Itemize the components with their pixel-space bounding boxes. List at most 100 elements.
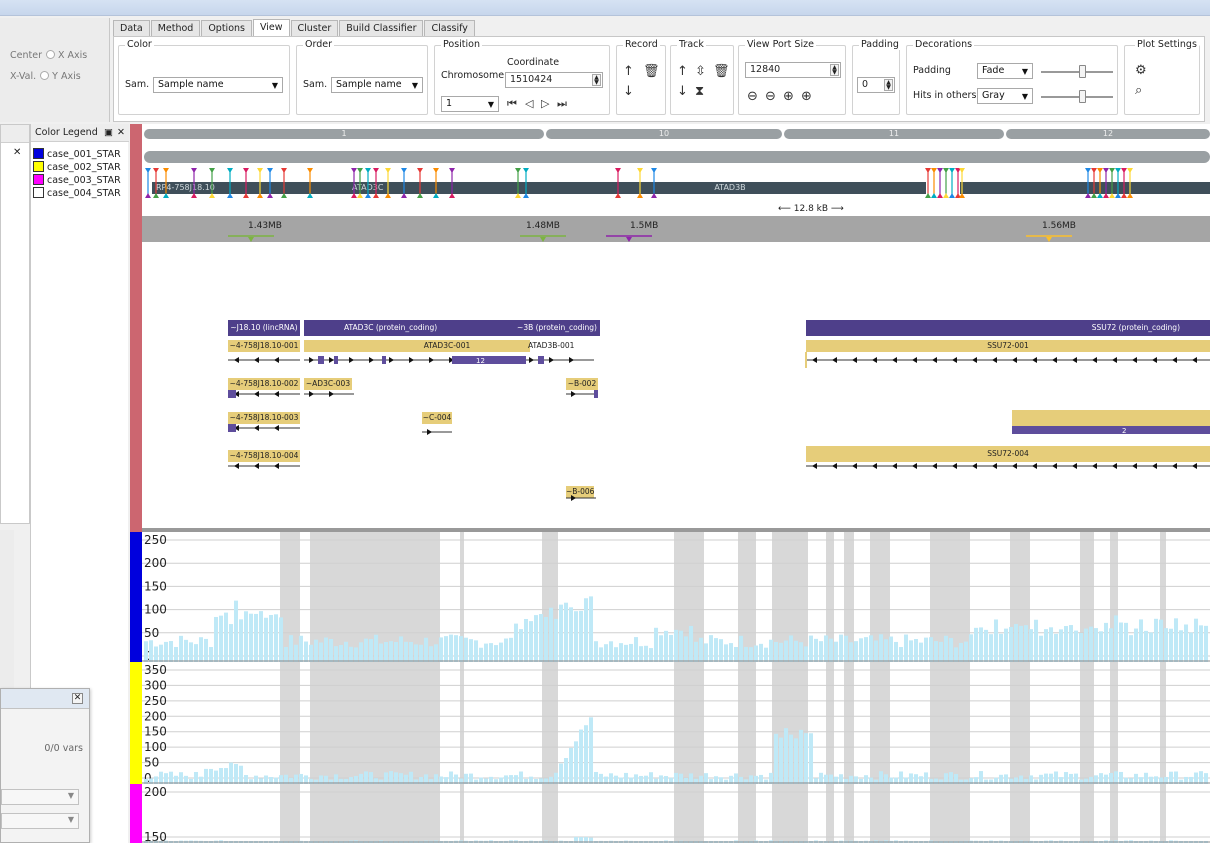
y-axis-radio[interactable] — [40, 71, 50, 80]
filter-select-2[interactable]: ▼ — [1, 813, 79, 829]
chrom-segment[interactable]: 12 — [1006, 129, 1210, 139]
trash-icon[interactable]: 🗑 — [643, 65, 660, 79]
track-group-title: Track — [677, 39, 706, 50]
x-axis-radio[interactable] — [45, 50, 55, 59]
strand-arrow — [892, 357, 897, 363]
tab-method[interactable]: Method — [150, 20, 201, 36]
spin-arrows-icon[interactable]: ▲ ▼ — [830, 64, 839, 76]
strand-arrow — [274, 425, 279, 431]
variant-marker-top — [449, 168, 455, 173]
coverage-gap — [542, 784, 558, 843]
exon-number: 12 — [476, 357, 485, 365]
order-select[interactable]: Sample name ▼ — [331, 77, 423, 93]
coverage-bar — [1069, 773, 1073, 784]
coverage-bar — [834, 641, 838, 662]
trash-icon[interactable]: 🗑 — [713, 65, 730, 79]
coverage-bar — [214, 616, 218, 662]
coverage-bar — [749, 647, 753, 662]
strand-arrow — [274, 463, 279, 469]
coverage-bar — [884, 639, 888, 662]
exon — [228, 424, 236, 432]
strand-arrow — [429, 357, 434, 363]
tab-classify[interactable]: Classify — [424, 20, 475, 36]
legend-swatch — [33, 148, 44, 159]
zoom-in-icon[interactable]: ⊕ — [783, 90, 794, 104]
tab-cluster[interactable]: Cluster — [290, 20, 339, 36]
chrom-segment[interactable]: 11 — [784, 129, 1004, 139]
expand-icon[interactable]: ⇳ — [695, 65, 706, 79]
coverage-bar — [579, 610, 583, 662]
coverage-bar — [1054, 771, 1058, 784]
pin-icon[interactable]: ▣ — [104, 124, 113, 142]
padding-slider[interactable] — [1041, 65, 1113, 78]
tab-build-classifier[interactable]: Build Classifier — [339, 20, 424, 36]
coverage-bar — [799, 642, 803, 662]
coverage-bar — [1114, 771, 1118, 784]
next-icon[interactable]: ▷ — [541, 97, 549, 111]
zoom-in-full-icon[interactable]: ⊕ — [801, 90, 812, 104]
viewport-input[interactable]: 12840 ▲ ▼ — [745, 62, 841, 78]
coverage-gap — [1080, 784, 1094, 843]
coverage-bar — [304, 641, 308, 662]
zoom-out-full-icon[interactable]: ⊖ — [747, 90, 758, 104]
coverage-bar — [484, 643, 488, 662]
coverage-gap — [674, 784, 704, 843]
chrom-segment[interactable]: 10 — [546, 129, 782, 139]
close-icon[interactable]: ✕ — [72, 693, 83, 704]
coverage-bar — [979, 771, 983, 784]
collapse-icon[interactable]: ⧗ — [695, 85, 704, 99]
zoom-out-icon[interactable]: ⊖ — [765, 90, 776, 104]
hits-select[interactable]: Gray ▼ — [977, 88, 1033, 104]
strand-arrow — [274, 391, 279, 397]
coverage-bar — [439, 637, 443, 662]
coverage-bar — [1144, 630, 1148, 662]
chevron-down-icon: ▼ — [1021, 92, 1028, 101]
coordinate-input[interactable]: 1510424 ▲ ▼ — [505, 72, 603, 88]
strand-arrow — [1072, 357, 1077, 363]
chromosome-select[interactable]: 1 ▼ — [441, 96, 499, 112]
coverage-bar — [234, 764, 238, 784]
arrow-up-icon[interactable]: ↑ — [677, 65, 688, 79]
close-icon[interactable]: ✕ — [13, 147, 21, 158]
coverage-bar — [739, 635, 743, 662]
tab-data[interactable]: Data — [113, 20, 150, 36]
arrow-down-icon[interactable]: ↓ — [677, 85, 688, 99]
search-icon[interactable]: ⌕ — [1135, 84, 1142, 98]
coverage-bar — [789, 635, 793, 662]
genome-browser-canvas[interactable]: 1 10 11 12 RP4-758J18.10ATAD3C ATAD3B ⟵ … — [130, 124, 1210, 843]
prev-icon[interactable]: ◁ — [525, 97, 533, 111]
arrow-up-icon[interactable]: ↑ — [623, 65, 634, 79]
color-select-value: Sample name — [158, 79, 224, 90]
last-icon[interactable]: ⏭ — [557, 97, 567, 111]
color-select[interactable]: Sample name ▼ — [153, 77, 283, 93]
coverage-bar — [1144, 772, 1148, 784]
spin-arrows-icon[interactable]: ▲ ▼ — [884, 79, 893, 91]
coverage-bar — [1159, 619, 1163, 662]
strand-arrow — [912, 357, 917, 363]
coverage-gap — [362, 662, 382, 784]
tab-view[interactable]: View — [252, 19, 290, 36]
arrow-down-icon[interactable]: ↓ — [623, 85, 634, 99]
variant-marker-bottom — [227, 193, 233, 198]
chrom-segment[interactable]: 1 — [144, 129, 544, 139]
tab-options[interactable]: Options — [201, 20, 252, 36]
variant-marker-top — [385, 168, 391, 173]
hits-slider[interactable] — [1041, 90, 1113, 103]
coverage-bar — [1044, 773, 1048, 784]
coverage-bar — [564, 602, 568, 662]
decor-padding-select[interactable]: Fade ▼ — [977, 63, 1033, 79]
coverage-gap — [1160, 662, 1166, 784]
variant-marker-bottom — [515, 193, 521, 198]
strand-arrow — [1192, 357, 1197, 363]
first-icon[interactable]: ⏮ — [507, 97, 517, 111]
coverage-bar — [604, 644, 608, 662]
gear-icon[interactable]: ⚙ — [1135, 64, 1147, 78]
slider-knob[interactable] — [1079, 90, 1086, 103]
padding-input[interactable]: 0 ▲ ▼ — [857, 77, 895, 93]
coverage-bar — [714, 638, 718, 662]
coverage-bar — [904, 634, 908, 662]
slider-knob[interactable] — [1079, 65, 1086, 78]
spin-arrows-icon[interactable]: ▲ ▼ — [592, 74, 601, 86]
filter-select-1[interactable]: ▼ — [1, 789, 79, 805]
close-icon[interactable]: ✕ — [117, 124, 125, 142]
